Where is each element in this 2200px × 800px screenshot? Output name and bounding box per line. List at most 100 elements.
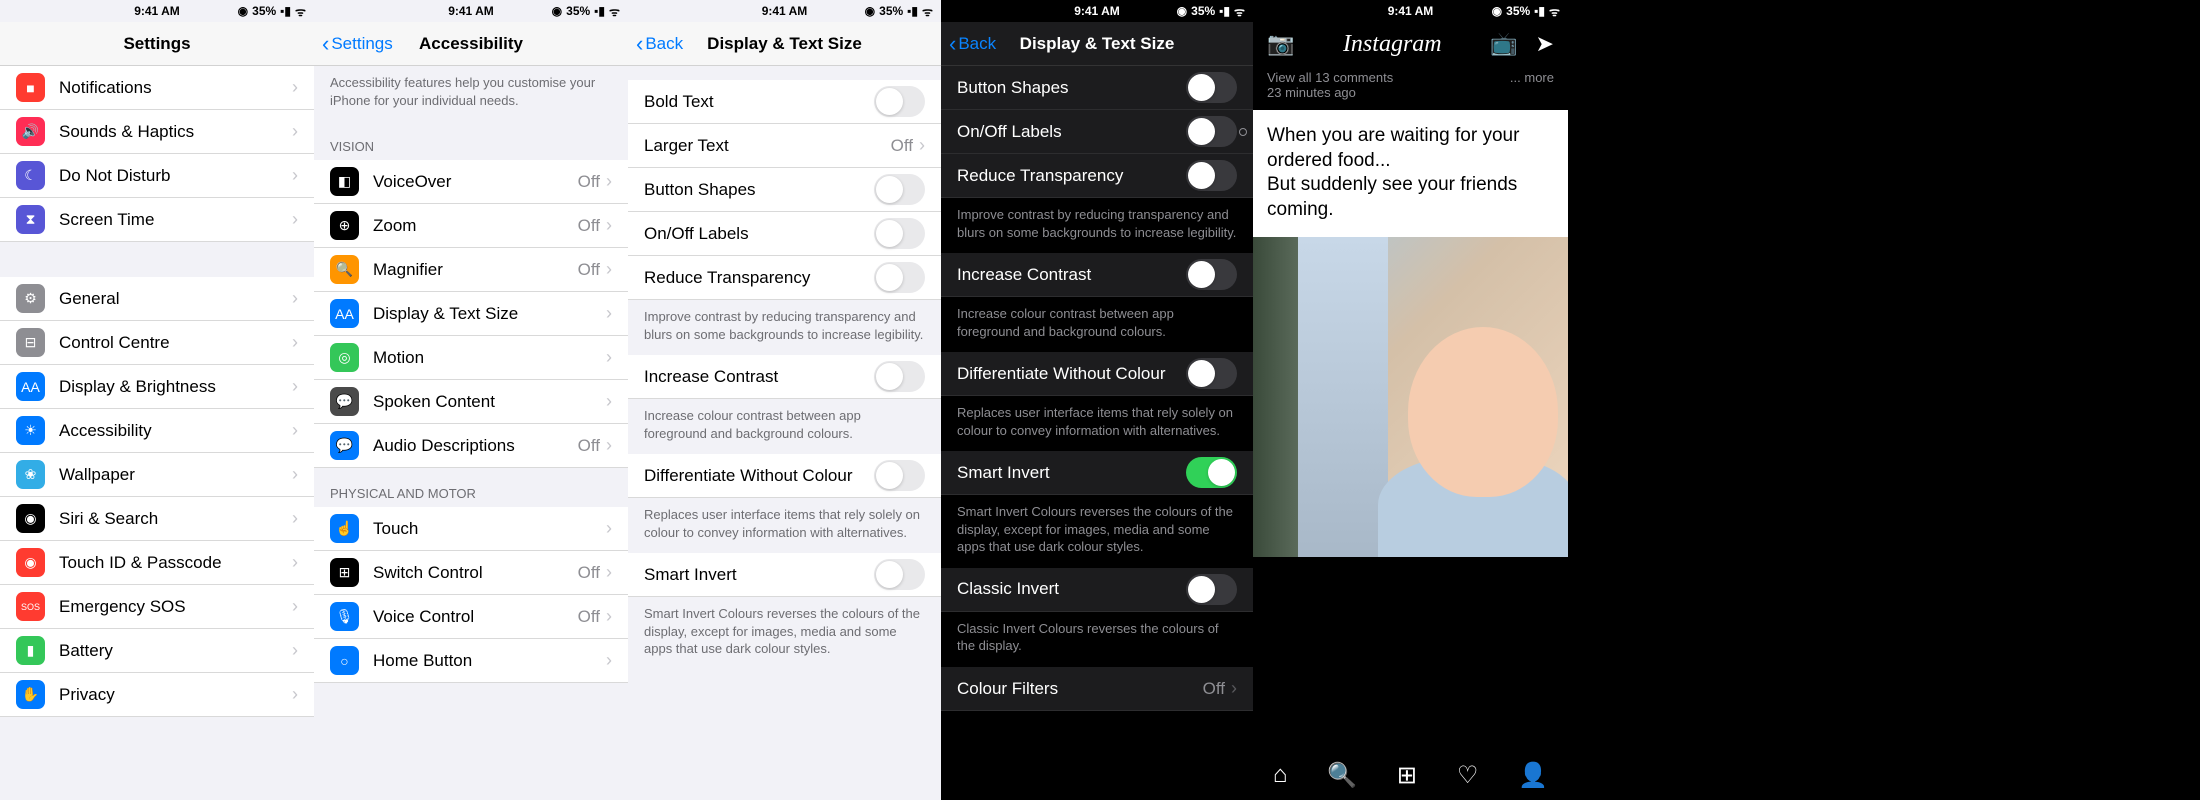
settings-row[interactable]: SOSEmergency SOS› [0,585,314,629]
settings-row[interactable]: 🔊Sounds & Haptics› [0,110,314,154]
chevron-right-icon: › [606,518,612,539]
row-button-shapes[interactable]: Button Shapes [941,66,1253,110]
row-increase-contrast[interactable]: Increase Contrast [941,253,1253,297]
row-icon: ☾ [16,161,45,190]
home-icon[interactable]: ⌂ [1273,761,1288,789]
row-reduce-transparency[interactable]: Reduce Transparency [628,256,941,300]
add-icon[interactable]: ⊞ [1397,761,1417,790]
toggle-onoff[interactable] [1186,116,1237,147]
row-larger-text[interactable]: Larger TextOff› [628,124,941,168]
settings-row[interactable]: 🔍MagnifierOff› [314,248,628,292]
settings-row[interactable]: ▮Battery› [0,629,314,673]
row-button-shapes[interactable]: Button Shapes [628,168,941,212]
row-onoff-labels[interactable]: On/Off Labels [941,110,1253,154]
post-options-icon[interactable]: ⋯ [1538,130,1558,151]
row-label: Voice Control [373,607,578,627]
desc-smart-invert: Smart Invert Colours reverses the colour… [941,495,1253,568]
row-colour-filters[interactable]: Colour FiltersOff› [941,667,1253,711]
row-bold-text[interactable]: Bold Text [628,80,941,124]
page-title: Display & Text Size [1020,34,1175,54]
toggle-increase-contrast[interactable] [874,361,925,392]
toggle-onoff[interactable] [874,218,925,249]
chevron-right-icon: › [606,562,612,583]
row-smart-invert[interactable]: Smart Invert [628,553,941,597]
row-smart-invert[interactable]: Smart Invert [941,451,1253,495]
back-button[interactable]: ‹Back [949,31,996,57]
row-icon: ✋ [16,680,45,709]
settings-row[interactable]: ❀Wallpaper› [0,453,314,497]
profile-icon[interactable]: 👤 [1518,761,1548,790]
row-icon: ■ [16,73,45,102]
settings-row[interactable]: ⊕ZoomOff› [314,204,628,248]
toggle-diff-colour[interactable] [1186,358,1237,389]
toggle-reduce-trans[interactable] [1186,160,1237,191]
page-title: Accessibility [419,34,523,54]
toggle-reduce-trans[interactable] [874,262,925,293]
chevron-right-icon: › [606,391,612,412]
section-header-motor: PHYSICAL AND MOTOR [314,468,628,507]
row-diff-colour[interactable]: Differentiate Without Colour [628,454,941,498]
row-onoff-labels[interactable]: On/Off Labels [628,212,941,256]
settings-row[interactable]: 💬Spoken Content› [314,380,628,424]
row-icon: SOS [16,592,45,621]
settings-row[interactable]: ✋Privacy› [0,673,314,717]
back-button[interactable]: ‹Back [636,31,683,57]
settings-row[interactable]: ⚙General› [0,277,314,321]
post-caption: When you are waiting for your ordered fo… [1253,110,1568,237]
settings-row[interactable]: ○Home Button› [314,639,628,683]
igtv-icon[interactable]: 📺 [1490,31,1517,57]
row-icon: ◉ [16,548,45,577]
post-meta: ... more View all 13 comments 23 minutes… [1253,66,1568,110]
toggle-smart-invert[interactable] [1186,457,1237,488]
desc-reduce-trans: Improve contrast by reducing transparenc… [628,300,941,355]
row-icon: ❀ [16,460,45,489]
more-link[interactable]: ... more [1510,70,1554,85]
settings-row[interactable]: 🎙Voice ControlOff› [314,595,628,639]
toggle-classic-invert[interactable] [1186,574,1237,605]
row-icon: ◉ [16,504,45,533]
settings-row[interactable]: ■Notifications› [0,66,314,110]
instagram-header: 📷 Instagram 📺 ➤ [1253,22,1568,66]
row-diff-colour[interactable]: Differentiate Without Colour [941,352,1253,396]
settings-row[interactable]: AADisplay & Text Size› [314,292,628,336]
toggle-diff-colour[interactable] [874,460,925,491]
toggle-bold[interactable] [874,86,925,117]
settings-row[interactable]: ⊟Control Centre› [0,321,314,365]
send-icon[interactable]: ➤ [1536,31,1554,57]
settings-row[interactable]: AADisplay & Brightness› [0,365,314,409]
settings-row[interactable]: ☾Do Not Disturb› [0,154,314,198]
section-intro: Accessibility features help you customis… [314,66,628,121]
toggle-shapes[interactable] [1186,72,1237,103]
toggle-smart-invert[interactable] [874,559,925,590]
back-button[interactable]: ‹Settings [322,31,393,57]
settings-row[interactable]: ⧗Screen Time› [0,198,314,242]
toggle-increase-contrast[interactable] [1186,259,1237,290]
row-label: Control Centre [59,333,292,353]
heart-icon[interactable]: ♡ [1457,761,1479,790]
chevron-right-icon: › [606,215,612,236]
post-image[interactable] [1253,237,1568,557]
settings-row[interactable]: ☀Accessibility› [0,409,314,453]
row-reduce-transparency[interactable]: Reduce Transparency [941,154,1253,198]
camera-icon[interactable]: 📷 [1267,31,1294,57]
post-time: 23 minutes ago [1267,85,1554,100]
settings-row[interactable]: ◧VoiceOverOff› [314,160,628,204]
row-label: Wallpaper [59,465,292,485]
settings-row[interactable]: ◉Siri & Search› [0,497,314,541]
chevron-right-icon: › [292,684,298,705]
desc-increase-contrast: Increase colour contrast between app for… [628,399,941,454]
row-icon: ☀ [16,416,45,445]
chevron-right-icon: › [292,209,298,230]
chevron-right-icon: › [292,596,298,617]
search-icon[interactable]: 🔍 [1327,761,1357,790]
row-classic-invert[interactable]: Classic Invert [941,568,1253,612]
row-increase-contrast[interactable]: Increase Contrast [628,355,941,399]
settings-row[interactable]: ☝Touch› [314,507,628,551]
settings-row[interactable]: ◉Touch ID & Passcode› [0,541,314,585]
row-icon: ⧗ [16,205,45,234]
settings-row[interactable]: 💬Audio DescriptionsOff› [314,424,628,468]
status-bar: 9:41 AM ◉35%▪▮ᯤ [628,0,941,22]
toggle-shapes[interactable] [874,174,925,205]
settings-row[interactable]: ◎Motion› [314,336,628,380]
settings-row[interactable]: ⊞Switch ControlOff› [314,551,628,595]
